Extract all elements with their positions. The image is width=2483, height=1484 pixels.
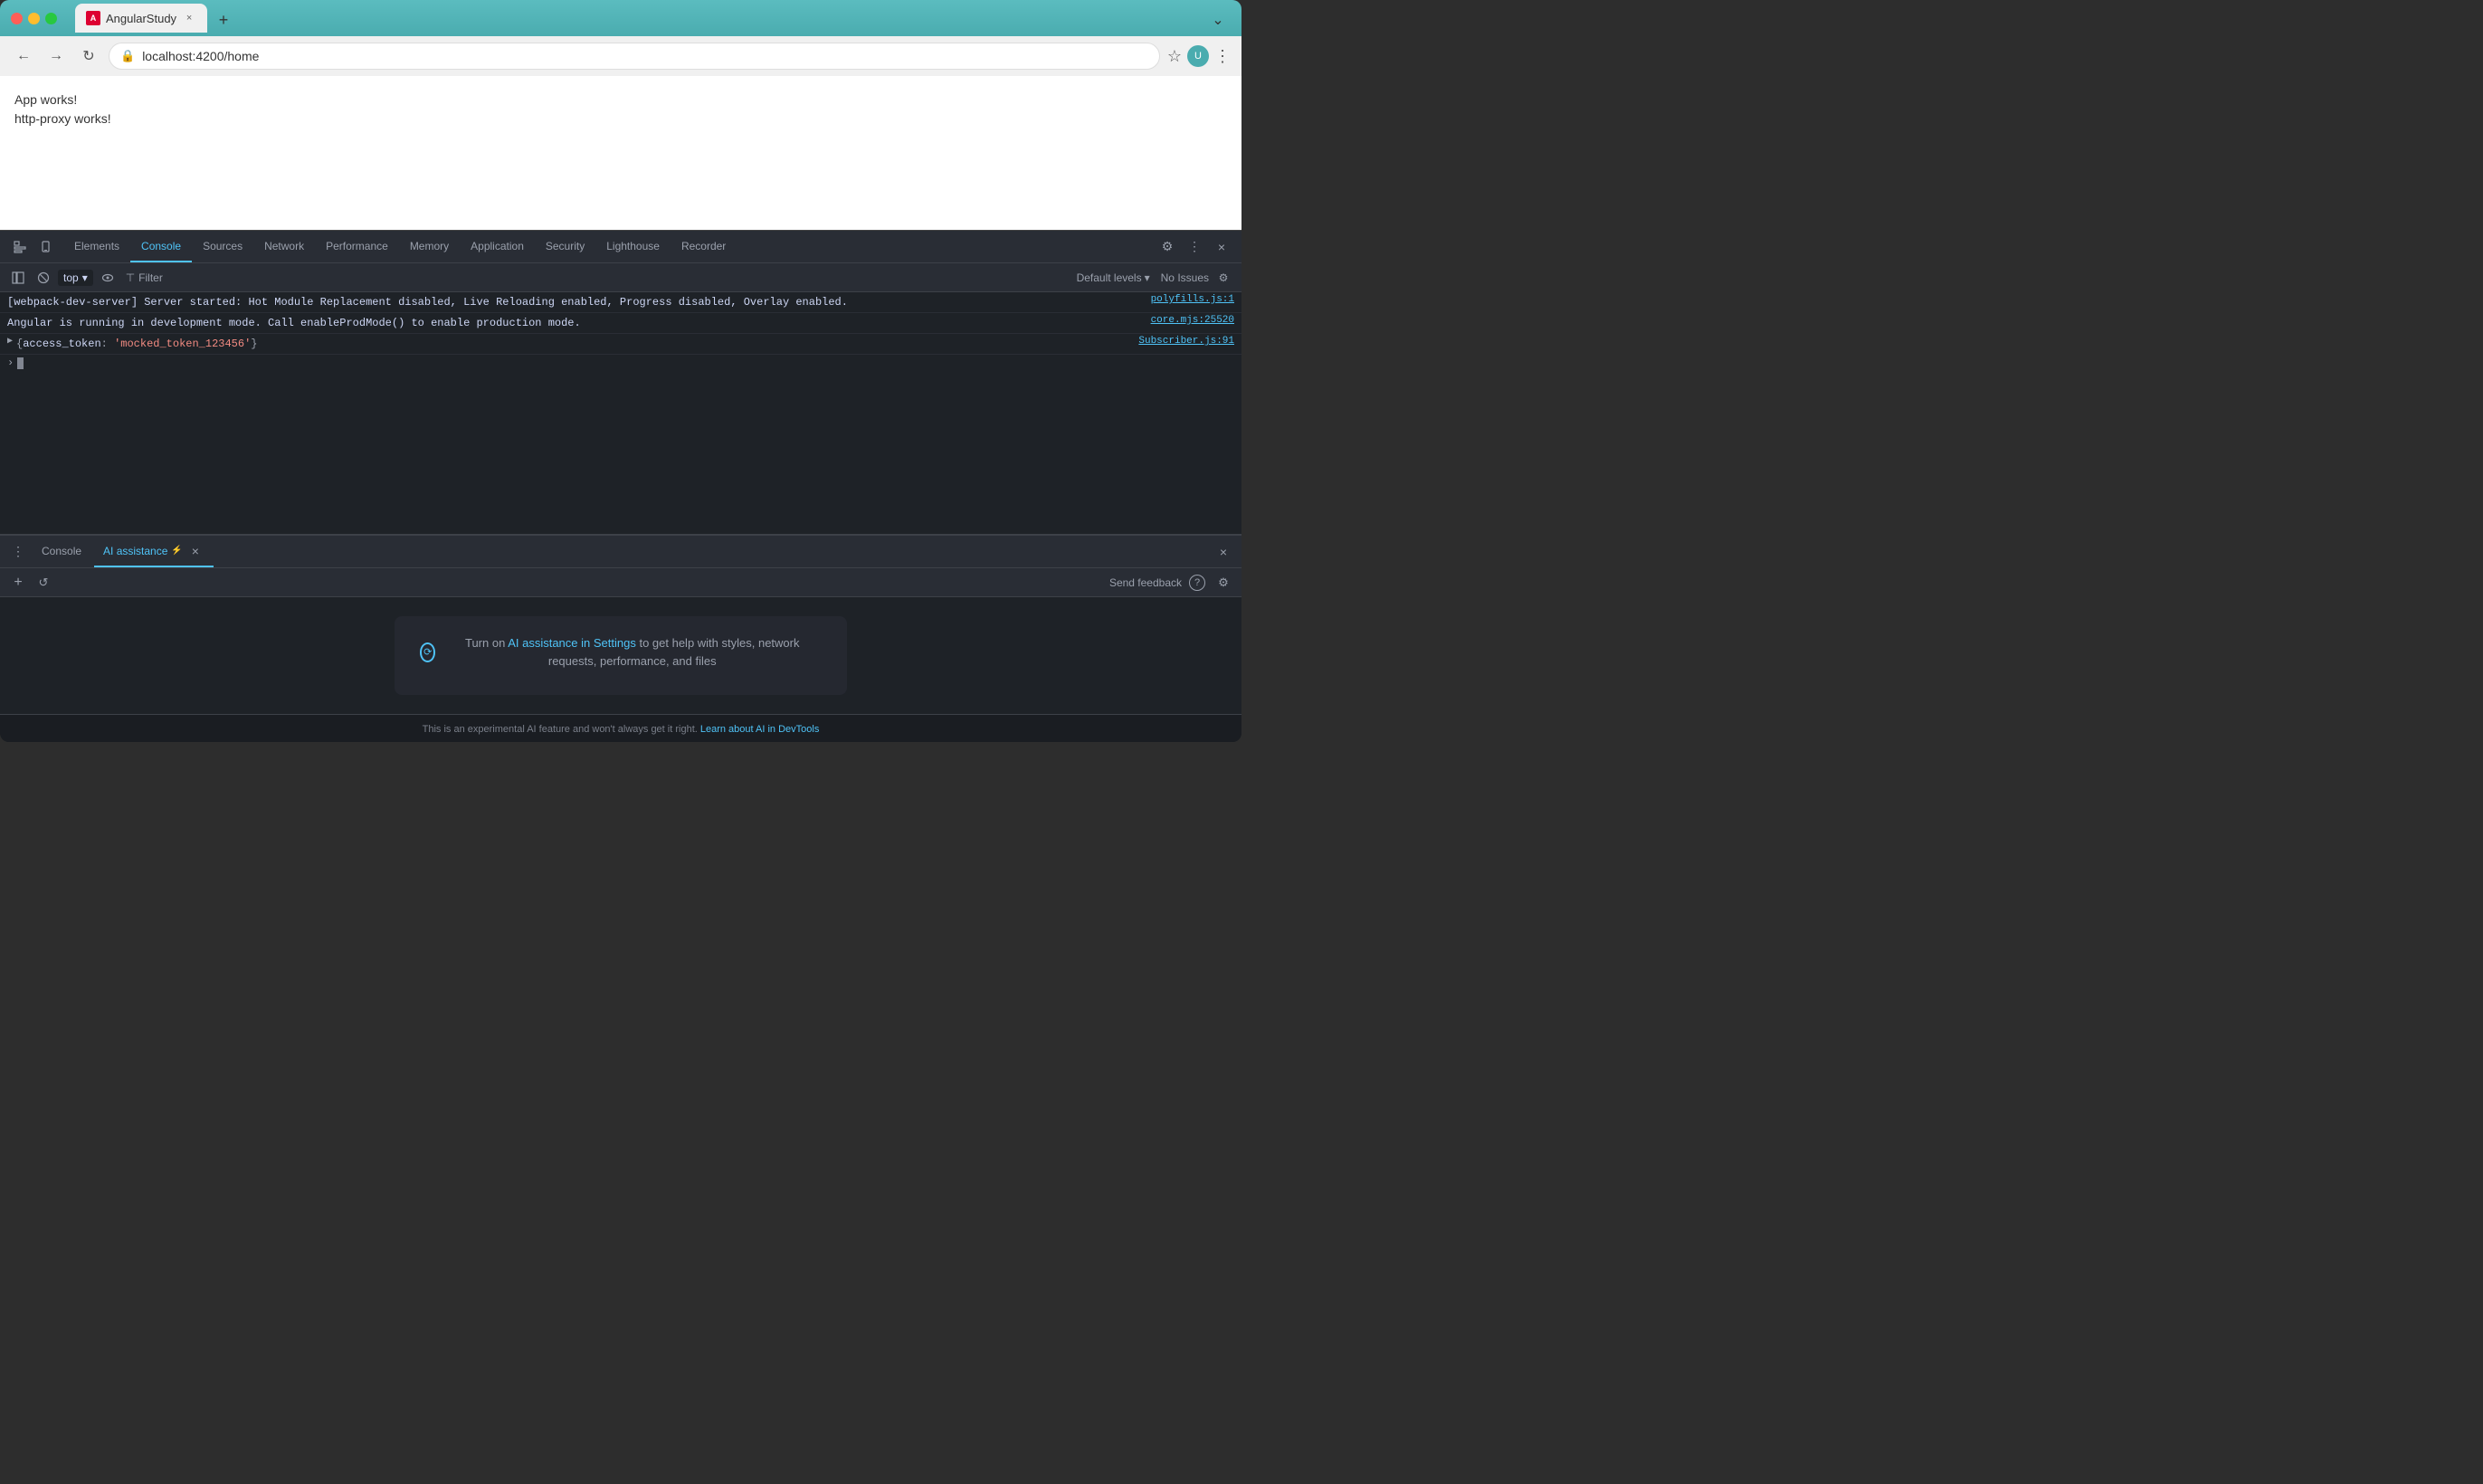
devtools-panel: Elements Console Sources Network Perform… xyxy=(0,230,1242,742)
ai-toolbar-right: Send feedback ? ⚙ xyxy=(1109,572,1234,594)
cursor-line[interactable]: › xyxy=(0,355,1242,371)
context-selector[interactable]: top ▾ xyxy=(58,270,93,286)
console-eye-icon[interactable] xyxy=(97,267,119,289)
devtools-inspect-icon[interactable] xyxy=(7,234,33,260)
traffic-lights xyxy=(11,13,57,24)
console-output: [webpack-dev-server] Server started: Hot… xyxy=(0,292,1242,534)
forward-button[interactable]: → xyxy=(43,43,69,69)
tab-recorder[interactable]: Recorder xyxy=(671,231,737,262)
console-prompt: › xyxy=(7,357,14,369)
url-text: localhost:4200/home xyxy=(142,49,1148,63)
page-content: App works! http-proxy works! xyxy=(0,76,1242,230)
devtools-tabs-list: Elements Console Sources Network Perform… xyxy=(63,231,1155,262)
devtools-left-icons xyxy=(7,234,60,260)
bookmark-icon[interactable]: ☆ xyxy=(1167,47,1182,66)
console-line-1: [webpack-dev-server] Server started: Hot… xyxy=(0,292,1242,313)
ai-footer: This is an experimental AI feature and w… xyxy=(0,714,1242,742)
filter-label: Filter xyxy=(138,271,163,284)
console-sidebar-toggle[interactable] xyxy=(7,267,29,289)
console-line-2-content: Angular is running in development mode. … xyxy=(7,315,1144,331)
ai-settings-link[interactable]: AI assistance in Settings xyxy=(508,636,636,650)
ai-history-button[interactable]: ↺ xyxy=(33,572,54,594)
ai-panel-close-button[interactable]: × xyxy=(1213,541,1234,563)
console-line-1-content: [webpack-dev-server] Server started: Hot… xyxy=(7,294,1144,310)
tab-expand-button[interactable]: ⌄ xyxy=(1205,7,1231,33)
page-line-1: App works! xyxy=(14,90,1227,109)
console-settings-button[interactable]: ⚙ xyxy=(1213,267,1234,289)
devtools-device-icon[interactable] xyxy=(34,234,60,260)
tab-sources[interactable]: Sources xyxy=(192,231,253,262)
ai-card-text: Turn on AI assistance in Settings to get… xyxy=(442,634,822,670)
minimize-traffic-light[interactable] xyxy=(28,13,40,24)
address-bar: ← → ↻ 🔒 localhost:4200/home ☆ U ⋮ xyxy=(0,36,1242,76)
filter-area: ⊤ Filter xyxy=(126,271,1073,284)
ai-new-button[interactable]: + xyxy=(7,572,29,594)
console-toolbar: top ▾ ⊤ Filter Default levels ▾ No Issue… xyxy=(0,263,1242,292)
console-line-2-source[interactable]: core.mjs:25520 xyxy=(1151,315,1234,326)
console-line-3-source[interactable]: Subscriber.js:91 xyxy=(1138,336,1234,347)
page-line-2: http-proxy works! xyxy=(14,109,1227,128)
ai-assistance-panel: ⋮ Console AI assistance ⚡ × × + ↺ Send f… xyxy=(0,534,1242,742)
tab-security[interactable]: Security xyxy=(535,231,595,262)
console-clear-button[interactable] xyxy=(33,267,54,289)
ai-settings-button[interactable]: ⚙ xyxy=(1213,572,1234,594)
ai-tab-console[interactable]: Console xyxy=(33,536,90,567)
send-feedback-button[interactable]: Send feedback xyxy=(1109,576,1182,589)
ai-tab-icon: ⚡ xyxy=(171,546,182,556)
close-traffic-light[interactable] xyxy=(11,13,23,24)
url-bar[interactable]: 🔒 localhost:4200/home xyxy=(109,43,1160,70)
console-line-3: ▶ {access_token: 'mocked_token_123456'} … xyxy=(0,334,1242,355)
devtools-right-icons: ⚙ ⋮ × xyxy=(1155,234,1234,260)
cursor xyxy=(17,357,24,369)
tab-performance[interactable]: Performance xyxy=(315,231,399,262)
console-line-1-source[interactable]: polyfills.js:1 xyxy=(1151,294,1234,305)
profile-icon[interactable]: U xyxy=(1187,45,1209,67)
no-issues-button[interactable]: No Issues xyxy=(1161,271,1209,284)
ai-help-button[interactable]: ? xyxy=(1189,575,1205,591)
tab-elements[interactable]: Elements xyxy=(63,231,130,262)
title-bar: A AngularStudy × + ⌄ xyxy=(0,0,1242,36)
active-tab[interactable]: A AngularStudy × xyxy=(75,4,207,33)
filter-icon: ⊤ xyxy=(126,271,135,284)
security-icon: 🔒 xyxy=(120,49,135,63)
tab-network[interactable]: Network xyxy=(253,231,315,262)
browser-window: A AngularStudy × + ⌄ ← → ↻ 🔒 localhost:4… xyxy=(0,0,1242,742)
refresh-button[interactable]: ↻ xyxy=(76,43,101,69)
tab-close-button[interactable]: × xyxy=(182,11,196,25)
maximize-traffic-light[interactable] xyxy=(45,13,57,24)
console-line-3-content: {access_token: 'mocked_token_123456'} xyxy=(16,336,1131,352)
tab-console[interactable]: Console xyxy=(130,231,192,262)
ai-assist-card: ⟳ Turn on AI assistance in Settings to g… xyxy=(395,616,847,695)
devtools-settings-icon[interactable]: ⚙ xyxy=(1155,234,1180,260)
ai-tab-assistance[interactable]: AI assistance ⚡ × xyxy=(94,536,214,567)
default-levels-button[interactable]: Default levels ▾ xyxy=(1077,271,1150,284)
tab-memory[interactable]: Memory xyxy=(399,231,460,262)
expand-arrow[interactable]: ▶ xyxy=(7,336,13,347)
tab-bar: A AngularStudy × + ⌄ xyxy=(75,4,1231,33)
ai-content-area: ⟳ Turn on AI assistance in Settings to g… xyxy=(0,597,1242,714)
ai-card-icon: ⟳ xyxy=(420,642,435,662)
back-button[interactable]: ← xyxy=(11,43,36,69)
devtools-close-icon[interactable]: × xyxy=(1209,234,1234,260)
ai-panel-more-icon[interactable]: ⋮ xyxy=(7,541,29,563)
ai-toolbar: + ↺ Send feedback ? ⚙ xyxy=(0,568,1242,597)
ai-footer-text: This is an experimental AI feature and w… xyxy=(423,724,820,735)
context-label: top xyxy=(63,271,79,284)
tab-title: AngularStudy xyxy=(106,12,176,25)
address-bar-right: ☆ U ⋮ xyxy=(1167,45,1231,67)
tab-lighthouse[interactable]: Lighthouse xyxy=(595,231,671,262)
devtools-tab-bar: Elements Console Sources Network Perform… xyxy=(0,231,1242,263)
ai-tab-close[interactable]: × xyxy=(186,542,205,560)
console-line-2: Angular is running in development mode. … xyxy=(0,313,1242,334)
context-arrow: ▾ xyxy=(82,271,88,284)
ai-panel-tab-bar: ⋮ Console AI assistance ⚡ × × xyxy=(0,536,1242,568)
tab-favicon: A xyxy=(86,11,100,25)
ai-card-header: ⟳ Turn on AI assistance in Settings to g… xyxy=(420,634,822,670)
ai-learn-more-link[interactable]: Learn about AI in DevTools xyxy=(700,724,819,735)
devtools-more-icon[interactable]: ⋮ xyxy=(1182,234,1207,260)
browser-menu-icon[interactable]: ⋮ xyxy=(1214,47,1231,66)
new-tab-button[interactable]: + xyxy=(211,7,236,33)
tab-application[interactable]: Application xyxy=(460,231,535,262)
